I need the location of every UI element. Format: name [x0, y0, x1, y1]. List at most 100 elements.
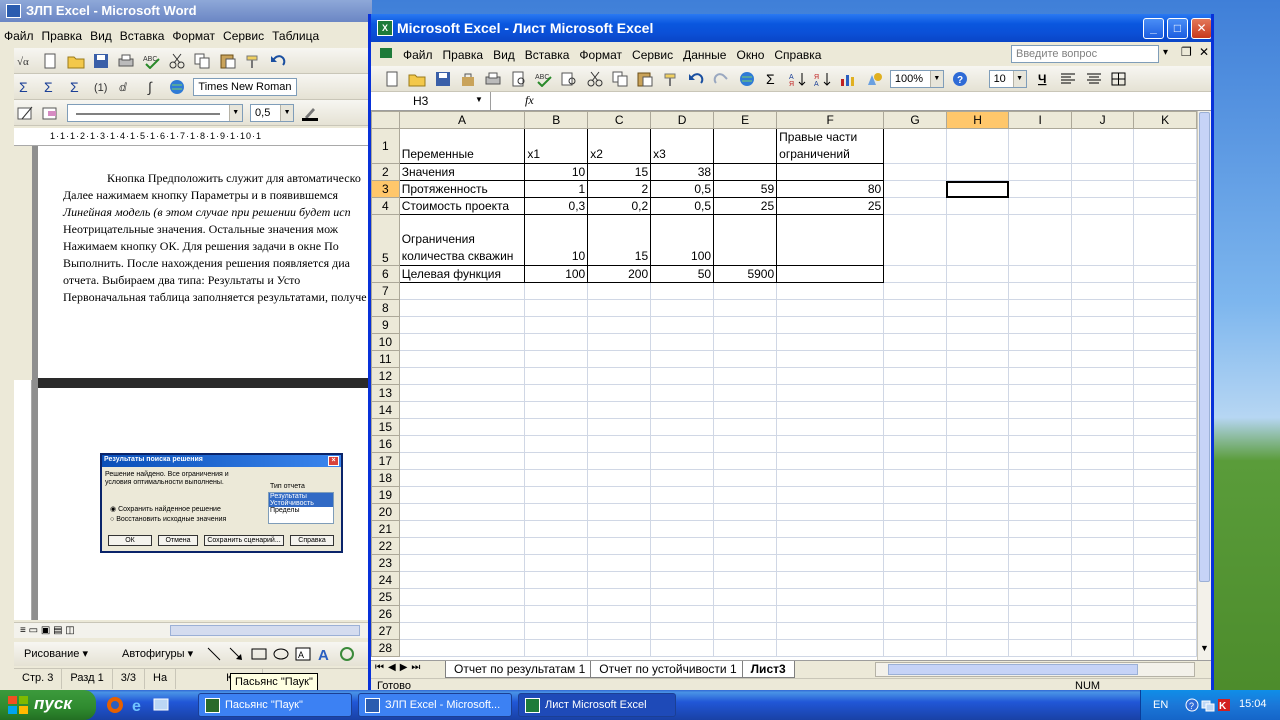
language-indicator[interactable]: EN — [1153, 699, 1168, 711]
cell[interactable] — [713, 537, 778, 555]
drawing-icon[interactable] — [865, 71, 883, 87]
cell[interactable] — [398, 554, 526, 572]
active-cell[interactable] — [945, 180, 1010, 198]
doc-restore-icon[interactable]: ❐ — [1181, 45, 1192, 59]
open-folder-icon[interactable] — [67, 53, 85, 69]
word-document-area[interactable]: Кнопка Предположить служит для автоматич… — [32, 146, 372, 620]
cell[interactable] — [650, 537, 715, 555]
cell[interactable] — [1008, 282, 1072, 300]
row-header[interactable]: 5 — [371, 214, 400, 266]
cell[interactable] — [883, 265, 947, 283]
column-header[interactable]: D — [650, 111, 715, 129]
cell[interactable]: Целевая функция — [398, 265, 526, 283]
cell[interactable] — [1008, 520, 1072, 538]
cut-icon[interactable] — [586, 71, 604, 87]
cell[interactable] — [1070, 452, 1135, 470]
cell[interactable] — [587, 588, 652, 606]
cell[interactable]: 59 — [713, 180, 778, 198]
cell[interactable] — [650, 622, 715, 640]
row-header[interactable]: 22 — [371, 537, 400, 555]
row-header[interactable]: 23 — [371, 554, 400, 572]
cell[interactable] — [524, 418, 589, 436]
task-excel-active[interactable]: Лист Microsoft Excel — [518, 693, 676, 717]
doc-minimize-icon[interactable]: ▾ — [1163, 47, 1168, 58]
row-header[interactable]: 10 — [371, 333, 400, 351]
cell[interactable] — [1070, 537, 1135, 555]
cell[interactable] — [1008, 180, 1072, 198]
cell[interactable] — [1133, 639, 1197, 657]
diagram-icon[interactable] — [338, 646, 356, 662]
cell[interactable] — [776, 214, 885, 266]
cell[interactable] — [524, 435, 589, 453]
cell[interactable] — [1008, 588, 1072, 606]
cell[interactable] — [945, 520, 1010, 538]
cell[interactable] — [524, 452, 589, 470]
cell[interactable] — [398, 401, 526, 419]
cell[interactable]: 50 — [650, 265, 715, 283]
cell[interactable] — [1133, 435, 1197, 453]
start-button[interactable]: пуск — [0, 690, 96, 720]
undo-icon[interactable] — [687, 71, 705, 87]
cell[interactable] — [713, 452, 778, 470]
cell[interactable] — [776, 350, 885, 368]
cell[interactable] — [1133, 180, 1197, 198]
cell[interactable] — [776, 265, 885, 283]
cell[interactable] — [883, 520, 947, 538]
cell[interactable] — [398, 350, 526, 368]
cell[interactable]: 0,5 — [650, 180, 715, 198]
fraction-icon[interactable]: ⅆ — [117, 79, 135, 95]
row-header[interactable]: 21 — [371, 520, 400, 538]
cell[interactable] — [398, 520, 526, 538]
print-icon[interactable] — [117, 53, 135, 69]
cell[interactable] — [776, 435, 885, 453]
cell[interactable] — [883, 452, 947, 470]
borders-icon[interactable] — [1110, 71, 1128, 87]
row-header[interactable]: 4 — [371, 197, 400, 215]
cell[interactable]: 15 — [587, 214, 652, 266]
cell[interactable] — [524, 622, 589, 640]
cell[interactable] — [713, 214, 778, 266]
cell[interactable] — [713, 571, 778, 589]
cell[interactable] — [650, 639, 715, 657]
column-header[interactable]: B — [524, 111, 589, 129]
copy-icon[interactable] — [193, 53, 211, 69]
cell[interactable] — [945, 197, 1010, 215]
cell[interactable] — [1133, 554, 1197, 572]
antivirus-icon[interactable]: K — [1217, 698, 1231, 712]
cell[interactable] — [650, 503, 715, 521]
cell[interactable] — [883, 299, 947, 317]
cell[interactable] — [587, 316, 652, 334]
row-header[interactable]: 9 — [371, 316, 400, 334]
column-header[interactable]: I — [1008, 111, 1072, 129]
cell[interactable] — [650, 299, 715, 317]
cell[interactable] — [1133, 333, 1197, 351]
cell[interactable] — [1008, 622, 1072, 640]
cell[interactable] — [524, 537, 589, 555]
task-spider-solitaire[interactable]: Пасьянс "Паук" — [198, 693, 352, 717]
cell[interactable] — [1008, 333, 1072, 351]
cell[interactable] — [524, 282, 589, 300]
cell[interactable]: 200 — [587, 265, 652, 283]
cell[interactable]: 5900 — [713, 265, 778, 283]
cell[interactable] — [776, 571, 885, 589]
spreadsheet-grid[interactable]: A B C D E F G H I J K 1 Переменные x1 x2… — [371, 111, 1197, 660]
cell[interactable] — [1008, 452, 1072, 470]
format-painter-icon[interactable] — [662, 71, 680, 87]
cell[interactable] — [883, 605, 947, 623]
cell[interactable] — [1133, 605, 1197, 623]
cell[interactable] — [713, 622, 778, 640]
cell[interactable] — [1133, 503, 1197, 521]
cell[interactable] — [1008, 384, 1072, 402]
column-header[interactable]: C — [587, 111, 652, 129]
cell[interactable] — [1070, 163, 1135, 181]
row-header[interactable]: 26 — [371, 605, 400, 623]
cell[interactable] — [398, 588, 526, 606]
cell[interactable] — [650, 333, 715, 351]
cell[interactable] — [776, 639, 885, 657]
word-menu-view[interactable]: Вид — [86, 26, 116, 43]
cell[interactable] — [945, 605, 1010, 623]
autosum-icon[interactable]: Σ — [763, 71, 781, 87]
cell[interactable] — [945, 333, 1010, 351]
row-header[interactable]: 16 — [371, 435, 400, 453]
cell[interactable] — [945, 435, 1010, 453]
